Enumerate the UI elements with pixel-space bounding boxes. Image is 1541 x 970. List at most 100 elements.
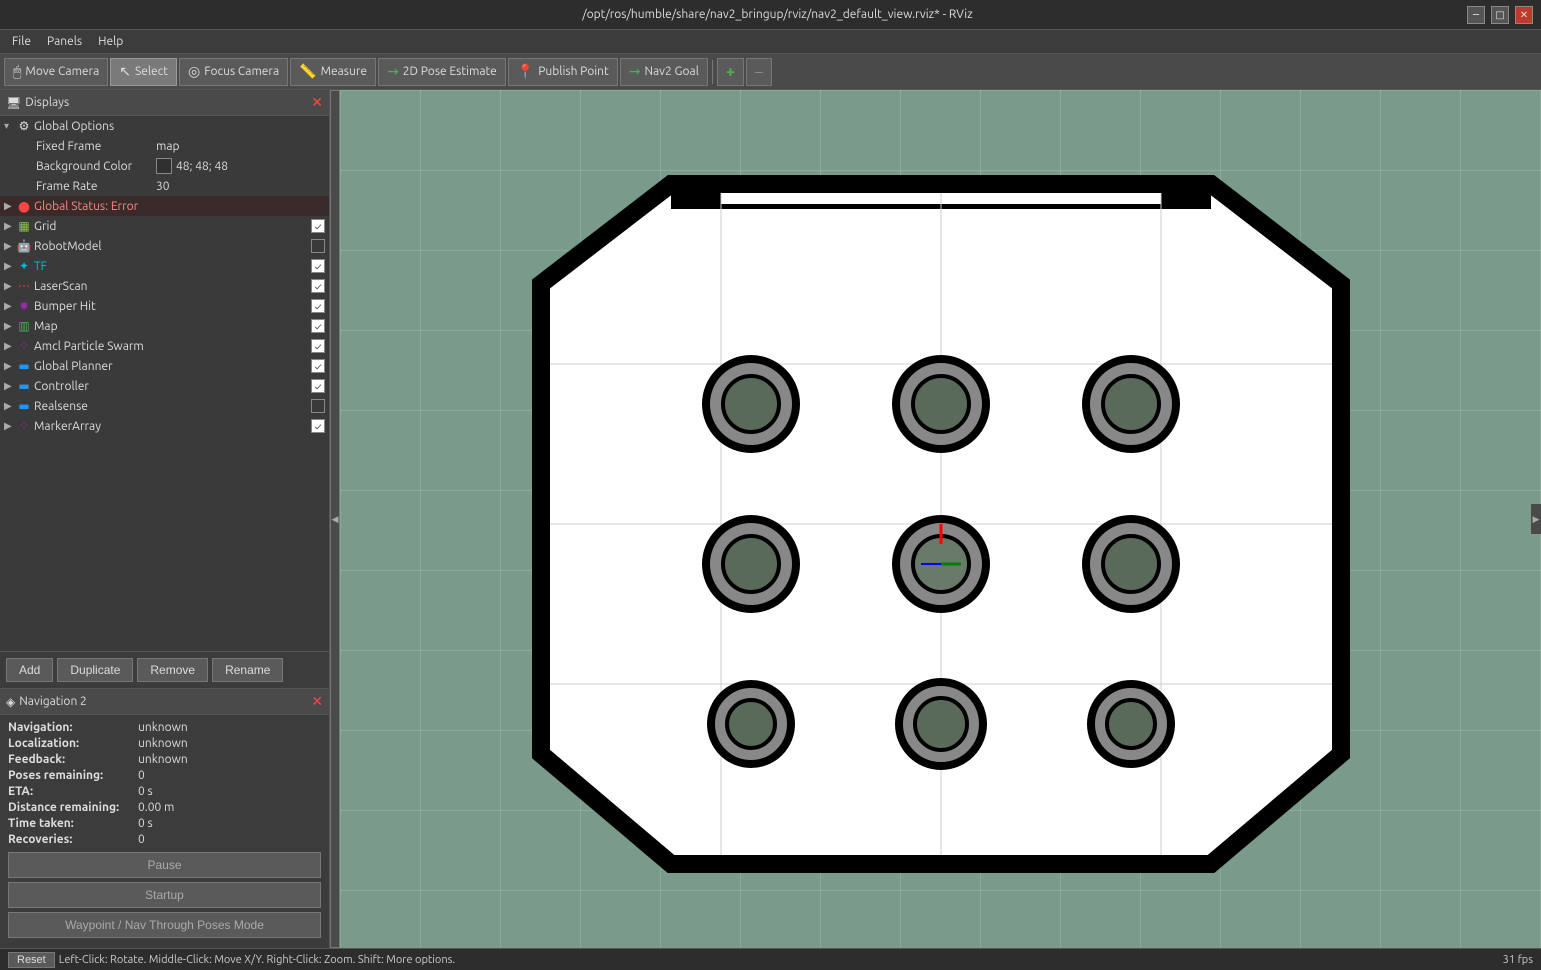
- duplicate-display-button[interactable]: Duplicate: [57, 658, 133, 682]
- select-button[interactable]: ↖ Select: [110, 58, 177, 86]
- close-button[interactable]: ✕: [1515, 6, 1533, 24]
- menu-panels[interactable]: Panels: [39, 33, 90, 50]
- markerarray-item[interactable]: ▶ ⁘ MarkerArray: [0, 416, 329, 436]
- grid-item[interactable]: ▶ ▦ Grid: [0, 216, 329, 236]
- global-planner-item[interactable]: ▶ ▬ Global Planner: [0, 356, 329, 376]
- measure-icon: 📏: [299, 63, 316, 80]
- nav-navigation-value: unknown: [138, 721, 188, 734]
- pose-estimate-icon: →: [387, 63, 399, 80]
- nav2-goal-icon: →: [629, 63, 641, 80]
- global-planner-expand: ▶: [4, 360, 16, 372]
- laserscan-item[interactable]: ▶ ⋯ LaserScan: [0, 276, 329, 296]
- pose-estimate-button[interactable]: → 2D Pose Estimate: [378, 58, 506, 86]
- global-status-item[interactable]: ▶ ● Global Status: Error: [0, 196, 329, 216]
- startup-button[interactable]: Startup: [8, 882, 321, 908]
- map-expand: ▶: [4, 320, 16, 332]
- nav2-goal-button[interactable]: → Nav2 Goal: [620, 58, 708, 86]
- main-area: 🖥 Displays ✕ ▾ ⚙ Global Options Fixed Fr…: [0, 90, 1541, 948]
- minus-icon: –: [755, 63, 763, 81]
- statusbar: Reset Left-Click: Rotate. Middle-Click: …: [0, 948, 1541, 970]
- grid-expand: ▶: [4, 220, 16, 232]
- background-color-value: 48; 48; 48: [156, 158, 228, 174]
- waypoint-mode-button[interactable]: Waypoint / Nav Through Poses Mode: [8, 912, 321, 938]
- remove-display-button[interactable]: Remove: [137, 658, 208, 682]
- fixed-frame-row: Fixed Frame map: [0, 136, 329, 156]
- toolbar-add-button[interactable]: +: [717, 58, 744, 86]
- measure-button[interactable]: 📏 Measure: [290, 58, 376, 86]
- window-title: /opt/ros/humble/share/nav2_bringup/rviz/…: [88, 8, 1467, 21]
- markerarray-expand: ▶: [4, 420, 16, 432]
- maximize-button[interactable]: □: [1491, 6, 1509, 24]
- tf-item[interactable]: ▶ ✦ TF: [0, 256, 329, 276]
- amcl-checkbox[interactable]: [311, 339, 325, 353]
- amcl-icon: ⁘: [16, 338, 32, 354]
- left-collapse-handle[interactable]: ◀: [330, 90, 340, 948]
- displays-close-button[interactable]: ✕: [311, 94, 323, 111]
- realsense-icon: ▬: [16, 398, 32, 414]
- frame-rate-row: Frame Rate 30: [0, 176, 329, 196]
- bumperhit-checkbox[interactable]: [311, 299, 325, 313]
- nav-icon: ◈: [6, 695, 15, 709]
- color-swatch[interactable]: [156, 158, 172, 174]
- nav-poses-label: Poses remaining:: [8, 769, 138, 782]
- laserscan-checkbox[interactable]: [311, 279, 325, 293]
- controller-checkbox[interactable]: [311, 379, 325, 393]
- navigation-panel: ◈ Navigation 2 ✕ Navigation: unknown Loc…: [0, 688, 329, 948]
- rename-display-button[interactable]: Rename: [212, 658, 283, 682]
- realsense-item[interactable]: ▶ ▬ Realsense: [0, 396, 329, 416]
- toolbar-remove-button[interactable]: –: [746, 58, 772, 86]
- publish-point-icon: 📍: [517, 63, 534, 80]
- displays-icon: 🖥: [6, 96, 21, 110]
- realsense-checkbox[interactable]: [311, 399, 325, 413]
- focus-camera-button[interactable]: ◎ Focus Camera: [179, 58, 288, 86]
- fixed-frame-value: map: [156, 140, 180, 153]
- robotmodel-label: RobotModel: [34, 240, 311, 253]
- nav-recoveries-value: 0: [138, 833, 145, 846]
- minimize-button[interactable]: ─: [1467, 6, 1485, 24]
- controller-item[interactable]: ▶ ▬ Controller: [0, 376, 329, 396]
- menu-help[interactable]: Help: [90, 33, 131, 50]
- nav-recoveries-label: Recoveries:: [8, 833, 138, 846]
- pause-button[interactable]: Pause: [8, 852, 321, 878]
- global-options-icon: ⚙: [16, 118, 32, 134]
- bumperhit-item[interactable]: ▶ ✸ Bumper Hit: [0, 296, 329, 316]
- bumperhit-label: Bumper Hit: [34, 300, 311, 313]
- titlebar: /opt/ros/humble/share/nav2_bringup/rviz/…: [0, 0, 1541, 30]
- nav-distance-row: Distance remaining: 0.00 m: [8, 801, 321, 814]
- map-checkbox[interactable]: [311, 319, 325, 333]
- reset-button[interactable]: Reset: [8, 952, 55, 968]
- add-display-button[interactable]: Add: [6, 658, 53, 682]
- nav-feedback-label: Feedback:: [8, 753, 138, 766]
- background-color-row: Background Color 48; 48; 48: [0, 156, 329, 176]
- displays-buttons: Add Duplicate Remove Rename: [0, 651, 329, 688]
- global-status-expand: ▶: [4, 200, 16, 212]
- status-hint: Left-Click: Rotate. Middle-Click: Move X…: [59, 954, 455, 966]
- publish-point-label: Publish Point: [538, 65, 608, 78]
- amcl-item[interactable]: ▶ ⁘ Amcl Particle Swarm: [0, 336, 329, 356]
- menu-file[interactable]: File: [4, 33, 39, 50]
- right-collapse-handle[interactable]: ▶: [1531, 504, 1541, 534]
- tf-expand: ▶: [4, 260, 16, 272]
- move-camera-button[interactable]: 🖱 Move Camera: [4, 58, 108, 86]
- bumperhit-icon: ✸: [16, 298, 32, 314]
- markerarray-checkbox[interactable]: [311, 419, 325, 433]
- global-planner-checkbox[interactable]: [311, 359, 325, 373]
- plus-icon: +: [726, 63, 735, 81]
- nav-feedback-row: Feedback: unknown: [8, 753, 321, 766]
- toolbar: 🖱 Move Camera ↖ Select ◎ Focus Camera 📏 …: [0, 54, 1541, 90]
- grid-checkbox[interactable]: [311, 219, 325, 233]
- tf-checkbox[interactable]: [311, 259, 325, 273]
- map-item[interactable]: ▶ ▥ Map: [0, 316, 329, 336]
- displays-header: 🖥 Displays ✕: [0, 90, 329, 116]
- robotmodel-item[interactable]: ▶ 🤖 RobotModel: [0, 236, 329, 256]
- nav-content: Navigation: unknown Localization: unknow…: [0, 715, 329, 948]
- global-planner-icon: ▬: [16, 358, 32, 374]
- global-options-group[interactable]: ▾ ⚙ Global Options: [0, 116, 329, 136]
- viewport[interactable]: ▶: [340, 90, 1541, 948]
- window-controls: ─ □ ✕: [1467, 6, 1533, 24]
- nav-close-button[interactable]: ✕: [311, 693, 323, 710]
- tf-icon: ✦: [16, 258, 32, 274]
- robotmodel-checkbox[interactable]: [311, 239, 325, 253]
- nav-feedback-value: unknown: [138, 753, 188, 766]
- publish-point-button[interactable]: 📍 Publish Point: [508, 58, 618, 86]
